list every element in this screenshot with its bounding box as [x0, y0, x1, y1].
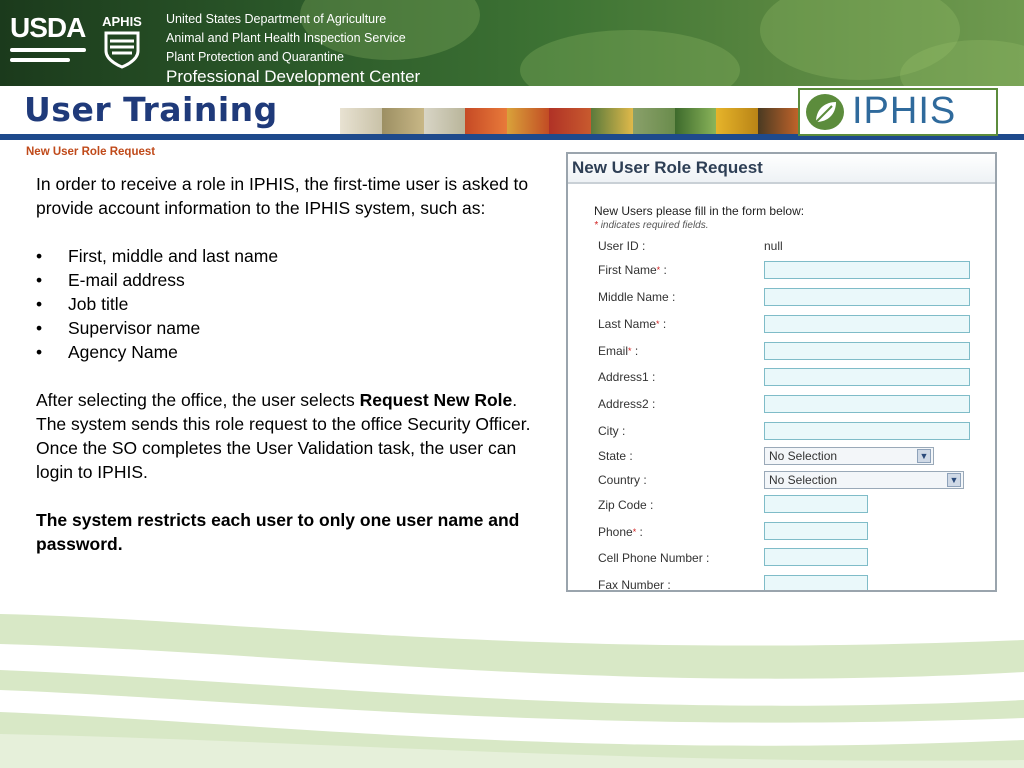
org-line-4: Professional Development Center	[166, 67, 421, 86]
chevron-down-icon[interactable]: ▼	[947, 473, 961, 487]
cell-phone-input[interactable]	[764, 548, 868, 566]
aphis-shield-icon	[104, 31, 140, 69]
state-select[interactable]: No Selection ▼	[764, 447, 934, 465]
user-id-value: null	[764, 239, 783, 253]
form-intro: New Users please fill in the form below:	[594, 204, 805, 218]
address2-label: Address2 :	[598, 397, 656, 411]
middle-name-label: Middle Name :	[598, 290, 676, 304]
info-bullet-list: First, middle and last name E-mail addre…	[36, 244, 536, 364]
phone-label: Phone * :	[598, 525, 643, 539]
intro-paragraph: In order to receive a role in IPHIS, the…	[36, 174, 529, 218]
email-label: Email * :	[598, 344, 639, 358]
city-input[interactable]	[764, 422, 970, 440]
zip-code-input[interactable]	[764, 495, 868, 513]
zip-code-label: Zip Code :	[598, 498, 654, 512]
address1-input[interactable]	[764, 368, 970, 386]
org-line-1: United States Department of Agriculture	[166, 12, 387, 26]
bullet-item: Supervisor name	[36, 316, 536, 340]
last-name-input[interactable]	[764, 315, 970, 333]
required-note: * indicates required fields.	[594, 220, 709, 231]
slide-body: In order to receive a role in IPHIS, the…	[36, 172, 536, 580]
aphis-logo: APHIS	[96, 14, 148, 72]
user-id-label: User ID :	[598, 239, 646, 253]
country-select[interactable]: No Selection ▼	[764, 471, 964, 489]
fax-label: Fax Number :	[598, 578, 671, 592]
bullet-item: Job title	[36, 292, 536, 316]
request-new-role-emphasis: Request New Role	[359, 390, 513, 410]
banner-title: User Training	[24, 90, 278, 129]
cell-phone-label: Cell Phone Number :	[598, 551, 710, 565]
agency-name-block: United States Department of Agriculture …	[166, 10, 420, 86]
process-paragraph: After selecting the office, the user sel…	[36, 390, 531, 482]
phone-input[interactable]	[764, 522, 868, 540]
state-label: State :	[598, 449, 633, 463]
form-title: New User Role Request	[568, 154, 995, 184]
address2-input[interactable]	[764, 395, 970, 413]
agency-header: USDA APHIS United States Department of A…	[0, 0, 1024, 86]
photo-strip	[340, 108, 800, 134]
org-line-3: Plant Protection and Quarantine	[166, 50, 344, 64]
iphis-logo: IPHIS	[798, 88, 998, 136]
new-user-role-request-form: New User Role Request New Users please f…	[566, 152, 997, 592]
email-input[interactable]	[764, 342, 970, 360]
bullet-item: E-mail address	[36, 268, 536, 292]
city-label: City :	[598, 424, 626, 438]
chevron-down-icon[interactable]: ▼	[917, 449, 931, 463]
bullet-item: Agency Name	[36, 340, 536, 364]
fax-input[interactable]	[764, 575, 868, 590]
first-name-label: First Name * :	[598, 263, 667, 277]
decorative-swoosh	[0, 614, 1024, 768]
address1-label: Address1 :	[598, 370, 656, 384]
leaf-icon	[806, 94, 844, 130]
middle-name-input[interactable]	[764, 288, 970, 306]
usda-logo: USDA	[10, 14, 86, 68]
slide-subtitle: New User Role Request	[26, 146, 156, 158]
restriction-paragraph: The system restricts each user to only o…	[36, 510, 520, 554]
bullet-item: First, middle and last name	[36, 244, 536, 268]
first-name-input[interactable]	[764, 261, 970, 279]
last-name-label: Last Name * :	[598, 317, 667, 331]
org-line-2: Animal and Plant Health Inspection Servi…	[166, 31, 406, 45]
country-label: Country :	[598, 473, 647, 487]
